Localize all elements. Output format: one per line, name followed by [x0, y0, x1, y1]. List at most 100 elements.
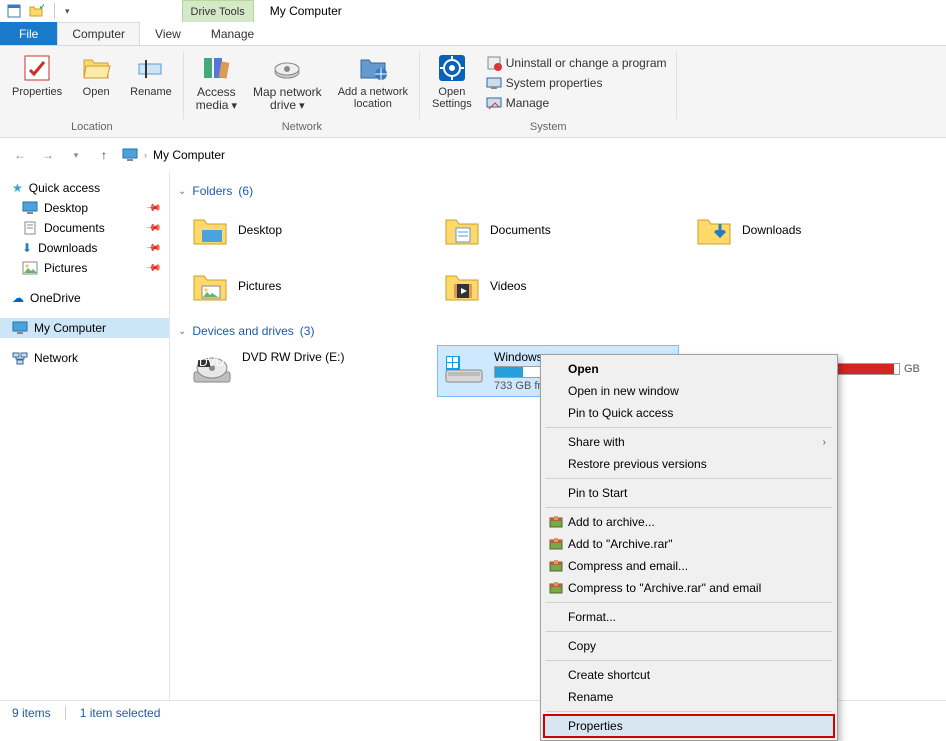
ctx-separator [546, 427, 832, 428]
settings-icon [436, 52, 468, 84]
status-selection-count: 1 item selected [80, 706, 161, 720]
back-button[interactable]: ← [10, 145, 30, 165]
ctx-pin-start[interactable]: Pin to Start [544, 482, 834, 504]
system-properties-icon [486, 75, 502, 91]
quick-access-label: Quick access [29, 181, 100, 195]
open-button[interactable]: Open [72, 50, 120, 100]
status-item-count: 9 items [12, 706, 51, 720]
uninstall-label: Uninstall or change a program [506, 56, 667, 70]
address-bar[interactable]: › My Computer [122, 147, 225, 163]
windows-drive-icon [442, 350, 486, 390]
ctx-compress-email[interactable]: Compress and email... [544, 555, 834, 577]
sidebar-item-desktop[interactable]: Desktop 📌 [0, 198, 169, 218]
devices-section-header[interactable]: ⌄ Devices and drives (3) [178, 324, 938, 338]
context-menu: Open Open in new window Pin to Quick acc… [540, 354, 838, 741]
open-settings-button[interactable]: Open Settings [426, 50, 478, 112]
pin-icon: 📌 [144, 260, 161, 277]
ctx-separator [546, 478, 832, 479]
ctx-restore-versions[interactable]: Restore previous versions [544, 453, 834, 475]
folders-section-header[interactable]: ⌄ Folders (6) [178, 184, 938, 198]
drive-free-suffix: GB [904, 363, 920, 375]
uninstall-icon [486, 55, 502, 71]
sidebar-label: My Computer [34, 321, 106, 335]
sidebar-item-downloads[interactable]: ⬇ Downloads 📌 [0, 238, 169, 258]
pin-icon: 📌 [144, 220, 161, 237]
quick-access-header[interactable]: ★ Quick access [0, 178, 169, 198]
tab-view[interactable]: View [140, 22, 196, 45]
pictures-icon [22, 261, 38, 275]
folder-label: Pictures [238, 279, 281, 293]
access-media-button[interactable]: Access media ▾ [190, 50, 243, 114]
qat-dropdown-icon[interactable]: ▾ [65, 6, 70, 17]
up-button[interactable]: ↑ [94, 145, 114, 165]
folder-documents-icon [442, 210, 482, 250]
chevron-down-icon: ⌄ [178, 326, 186, 337]
pin-icon: 📌 [144, 240, 161, 257]
manage-button[interactable]: Manage [482, 94, 671, 112]
ctx-format[interactable]: Format... [544, 606, 834, 628]
ctx-create-shortcut[interactable]: Create shortcut [544, 664, 834, 686]
qat-new-folder-icon[interactable]: ✓ [28, 3, 44, 19]
ctx-separator [546, 602, 832, 603]
sidebar-label: Desktop [44, 201, 88, 215]
add-network-location-button[interactable]: Add a network location [332, 50, 414, 114]
ctx-separator [546, 507, 832, 508]
access-media-label: Access media ▾ [196, 86, 237, 112]
qat-properties-icon[interactable] [6, 3, 22, 19]
drive-item-dvd[interactable]: DVD DVD RW Drive (E:) [186, 346, 426, 396]
ctx-add-archive[interactable]: Add to archive... [544, 511, 834, 533]
ctx-open[interactable]: Open [544, 358, 834, 380]
tab-file[interactable]: File [0, 22, 57, 45]
navigation-bar: ← → ▾ ↑ › My Computer [0, 138, 946, 172]
contextual-tab-drive-tools[interactable]: Drive Tools [182, 0, 254, 22]
ctx-add-rar[interactable]: Add to "Archive.rar" [544, 533, 834, 555]
computer-icon [122, 147, 138, 163]
forward-button[interactable]: → [38, 145, 58, 165]
ctx-open-new-window[interactable]: Open in new window [544, 380, 834, 402]
properties-button[interactable]: Properties [6, 50, 68, 100]
folders-section-count: (6) [238, 184, 253, 198]
map-drive-button[interactable]: Map network drive ▾ [247, 50, 328, 114]
rename-button[interactable]: Rename [124, 50, 178, 100]
sidebar-item-onedrive[interactable]: ☁ OneDrive [0, 288, 169, 308]
winrar-icon [548, 536, 564, 552]
group-label-location: Location [6, 121, 178, 135]
folders-section-label: Folders [192, 184, 232, 198]
tab-manage[interactable]: Manage [196, 22, 269, 45]
sidebar-item-my-computer[interactable]: My Computer [0, 318, 169, 338]
open-folder-icon [80, 52, 112, 84]
sidebar-label: Downloads [38, 241, 97, 255]
folder-item-documents[interactable]: Documents [438, 206, 678, 254]
drive-item-partial[interactable]: GB [836, 362, 926, 376]
folder-item-desktop[interactable]: Desktop [186, 206, 426, 254]
ctx-rename[interactable]: Rename [544, 686, 834, 708]
sidebar-label: Pictures [44, 261, 87, 275]
tab-computer[interactable]: Computer [57, 22, 140, 45]
folder-item-videos[interactable]: Videos [438, 262, 678, 310]
ctx-properties[interactable]: Properties [544, 715, 834, 737]
devices-section-count: (3) [300, 324, 315, 338]
open-settings-label: Open Settings [432, 86, 472, 110]
address-text: My Computer [153, 148, 225, 162]
manage-label: Manage [506, 96, 549, 110]
pin-icon: 📌 [144, 200, 161, 217]
folder-item-pictures[interactable]: Pictures [186, 262, 426, 310]
system-properties-button[interactable]: System properties [482, 74, 671, 92]
open-label: Open [83, 86, 110, 98]
folder-item-downloads[interactable]: Downloads [690, 206, 930, 254]
properties-label: Properties [12, 86, 62, 98]
sidebar-item-network[interactable]: Network [0, 348, 169, 368]
uninstall-program-button[interactable]: Uninstall or change a program [482, 54, 671, 72]
folder-label: Videos [490, 279, 526, 293]
ctx-share-with[interactable]: Share with› [544, 431, 834, 453]
system-properties-label: System properties [506, 76, 603, 90]
ctx-compress-rar-email[interactable]: Compress to "Archive.rar" and email [544, 577, 834, 599]
ctx-copy[interactable]: Copy [544, 635, 834, 657]
chevron-down-icon: ⌄ [178, 186, 186, 197]
sidebar-item-documents[interactable]: Documents 📌 [0, 218, 169, 238]
chevron-right-icon: › [144, 150, 147, 160]
ctx-pin-quick-access[interactable]: Pin to Quick access [544, 402, 834, 424]
sidebar-item-pictures[interactable]: Pictures 📌 [0, 258, 169, 278]
map-drive-label: Map network drive ▾ [253, 86, 322, 112]
recent-dropdown[interactable]: ▾ [66, 145, 86, 165]
